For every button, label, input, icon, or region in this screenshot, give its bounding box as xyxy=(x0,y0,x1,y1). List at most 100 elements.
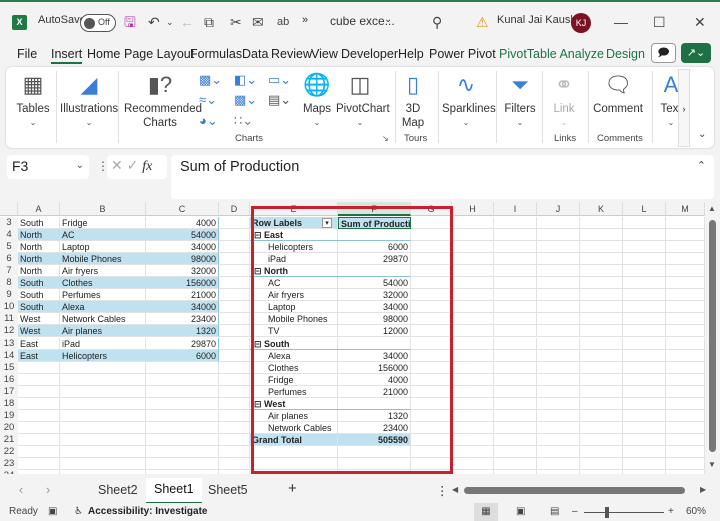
grid-cell[interactable] xyxy=(623,241,666,254)
zoom-slider[interactable] xyxy=(584,512,664,513)
grid-cell[interactable] xyxy=(666,337,705,350)
grid-cell[interactable] xyxy=(623,409,666,422)
grid-cell[interactable] xyxy=(219,337,250,350)
grid-cell[interactable] xyxy=(537,253,580,266)
grid-cell[interactable] xyxy=(452,217,494,229)
horizontal-scroll-thumb[interactable] xyxy=(464,487,685,494)
source-product-cell[interactable]: Alexa xyxy=(60,301,146,314)
grid-cell[interactable] xyxy=(537,433,580,446)
grid-cell[interactable] xyxy=(494,470,537,474)
source-region-cell[interactable]: North xyxy=(18,241,60,254)
grid-cell[interactable] xyxy=(146,361,219,374)
horizontal-scrollbar[interactable]: ◀ ▶ xyxy=(450,485,715,496)
grid-cell[interactable] xyxy=(623,277,666,290)
grid-cell[interactable] xyxy=(580,301,623,314)
grid-cell[interactable] xyxy=(537,301,580,314)
grid-cell[interactable] xyxy=(494,385,537,398)
grid-cell[interactable] xyxy=(60,421,146,434)
grid-cell[interactable] xyxy=(60,458,146,470)
grid-cell[interactable] xyxy=(623,289,666,302)
row-header[interactable]: 8 xyxy=(0,277,18,290)
grid-cell[interactable] xyxy=(18,397,60,410)
grid-cell[interactable] xyxy=(452,277,494,290)
grid-cell[interactable] xyxy=(452,325,494,338)
minimize-icon[interactable]: — xyxy=(614,13,628,31)
grid-cell[interactable] xyxy=(623,217,666,229)
grid-cell[interactable] xyxy=(623,301,666,314)
grid-cell[interactable] xyxy=(537,361,580,374)
share-button[interactable]: ↗⌄ xyxy=(681,43,711,63)
grid-cell[interactable] xyxy=(623,229,666,242)
source-product-cell[interactable]: AC xyxy=(60,229,146,242)
grid-cell[interactable] xyxy=(580,313,623,326)
line-chart-icon[interactable]: ≈⌄ xyxy=(199,92,217,108)
enter-icon[interactable]: ✓ xyxy=(127,157,139,173)
row-header[interactable]: 9 xyxy=(0,289,18,302)
undo-dropdown-icon[interactable]: ⌄ xyxy=(166,13,174,31)
grid-cell[interactable] xyxy=(580,445,623,458)
grid-cell[interactable] xyxy=(219,229,250,242)
grid-cell[interactable] xyxy=(60,470,146,474)
scatter-chart-icon[interactable]: ∷⌄ xyxy=(234,113,253,129)
tab-insert[interactable]: Insert xyxy=(51,47,83,64)
grid-cell[interactable] xyxy=(666,289,705,302)
grid-cell[interactable] xyxy=(219,409,250,422)
grid-cell[interactable] xyxy=(146,409,219,422)
grid-cell[interactable] xyxy=(580,397,623,410)
source-value-cell[interactable]: 23400 xyxy=(146,313,219,326)
waterfall-chart-icon[interactable]: ▭⌄ xyxy=(268,72,291,88)
grid-cell[interactable] xyxy=(452,445,494,458)
tab-view[interactable]: View xyxy=(311,47,338,61)
source-region-cell[interactable]: East xyxy=(18,338,60,350)
grid-cell[interactable] xyxy=(452,313,494,326)
grid-cell[interactable] xyxy=(219,458,250,470)
row-header[interactable]: 14 xyxy=(0,349,18,362)
scroll-down-icon[interactable]: ▼ xyxy=(708,460,716,469)
column-header[interactable]: M xyxy=(666,202,705,216)
grid-cell[interactable] xyxy=(494,253,537,266)
grid-cell[interactable] xyxy=(580,241,623,254)
source-region-cell[interactable]: South xyxy=(18,289,60,302)
grid-cell[interactable] xyxy=(623,385,666,398)
grid-cell[interactable] xyxy=(494,313,537,326)
grid-cell[interactable] xyxy=(452,397,494,410)
formula-input[interactable]: Sum of Production ⌃ xyxy=(171,155,714,199)
grid-cell[interactable] xyxy=(580,229,623,242)
grid-cell[interactable] xyxy=(537,349,580,362)
grid-cell[interactable] xyxy=(219,373,250,386)
grid-cell[interactable] xyxy=(580,421,623,434)
row-header[interactable]: 10 xyxy=(0,301,18,314)
grid-cell[interactable] xyxy=(219,433,250,446)
grid-cell[interactable] xyxy=(580,217,623,229)
collapse-formula-bar-icon[interactable]: ⌃ xyxy=(697,159,706,172)
overflow-icon[interactable]: » xyxy=(302,14,308,26)
page-layout-view-icon[interactable]: ▣ xyxy=(516,506,525,517)
grid-cell[interactable] xyxy=(580,277,623,290)
grid-cell[interactable] xyxy=(666,265,705,278)
grid-cell[interactable] xyxy=(537,241,580,254)
grid-cell[interactable] xyxy=(18,445,60,458)
grid-cell[interactable] xyxy=(18,421,60,434)
grid-cell[interactable] xyxy=(494,217,537,229)
grid-cell[interactable] xyxy=(146,385,219,398)
grid-cell[interactable] xyxy=(219,241,250,254)
grid-cell[interactable] xyxy=(452,361,494,374)
column-header[interactable]: B xyxy=(60,202,146,216)
avatar[interactable]: KJ xyxy=(571,13,591,33)
column-header[interactable]: H xyxy=(452,202,494,216)
source-region-cell[interactable]: North xyxy=(18,265,60,278)
tab-review[interactable]: Review xyxy=(271,47,312,61)
tables-button[interactable]: ▦ Tables ⌄ xyxy=(14,71,52,130)
collapse-ribbon-icon[interactable]: ⌄ xyxy=(698,129,706,140)
tab-pivottable-analyze[interactable]: PivotTable Analyze xyxy=(499,47,604,61)
zoom-in-icon[interactable]: + xyxy=(668,506,674,517)
grid-cell[interactable] xyxy=(452,301,494,314)
source-region-cell[interactable]: South xyxy=(18,301,60,314)
grid-cell[interactable] xyxy=(537,385,580,398)
grid-cell[interactable] xyxy=(623,361,666,374)
grid-cell[interactable] xyxy=(580,470,623,474)
grid-cell[interactable] xyxy=(146,397,219,410)
grid-cell[interactable] xyxy=(60,397,146,410)
grid-cell[interactable] xyxy=(452,421,494,434)
charts-dialog-launcher-icon[interactable]: ↘ xyxy=(382,134,389,143)
